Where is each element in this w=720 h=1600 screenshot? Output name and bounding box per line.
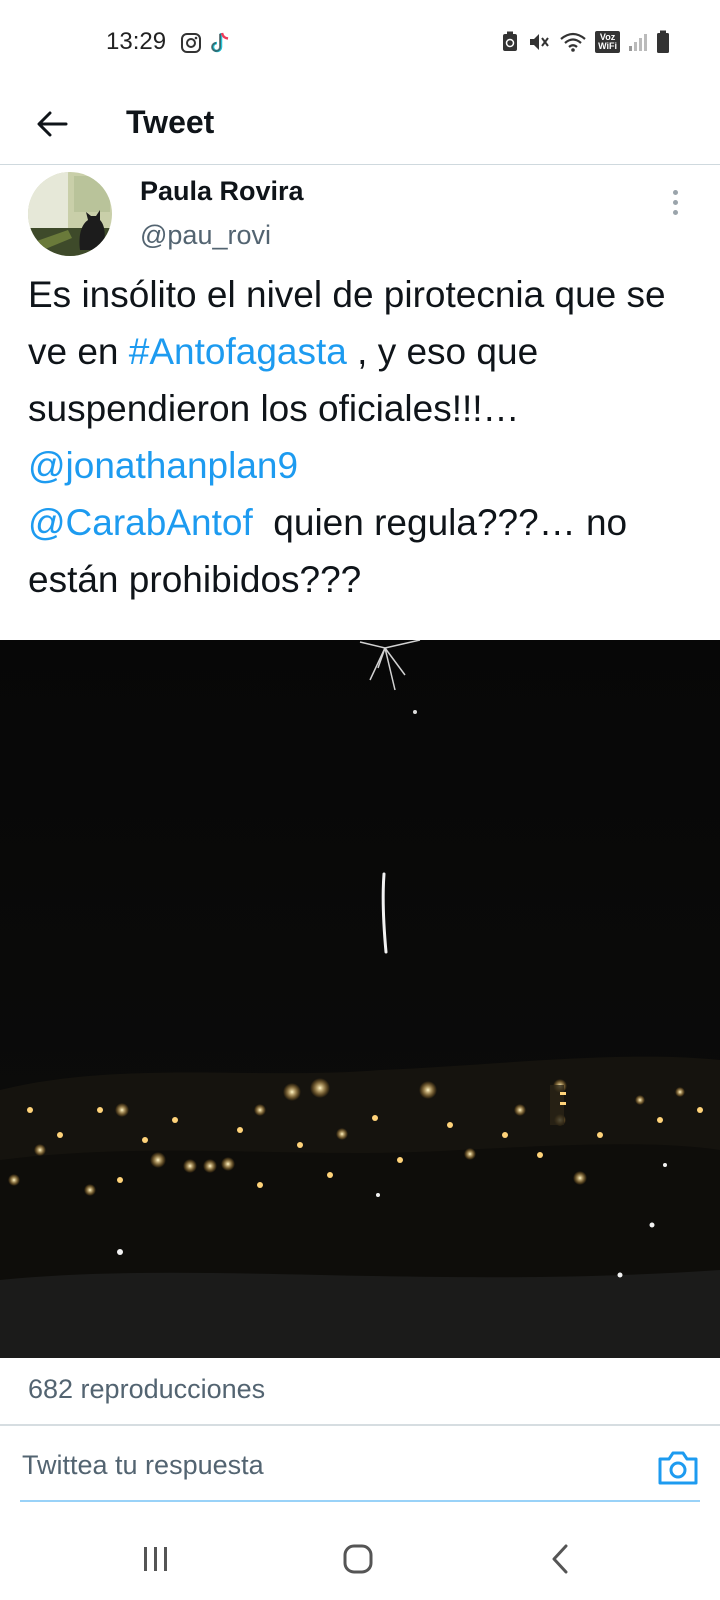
recent-apps-icon: [144, 1547, 167, 1571]
mute-icon: [530, 34, 549, 50]
author-handle[interactable]: @pau_rovi: [140, 220, 271, 251]
reply-underline: [20, 1500, 700, 1502]
wifi-icon: [560, 32, 586, 52]
avatar-image: [28, 172, 112, 256]
home-icon: [343, 1544, 373, 1574]
camera-button[interactable]: [656, 1448, 700, 1488]
battery-saver-icon: [503, 31, 518, 51]
view-count: 682 reproducciones: [28, 1374, 266, 1404]
mention-link-carabantof[interactable]: @CarabAntof: [28, 502, 253, 543]
back-icon: [552, 1544, 568, 1574]
back-button[interactable]: [28, 100, 76, 148]
recent-apps-button[interactable]: [126, 1534, 186, 1584]
instagram-icon: [181, 33, 201, 53]
status-time: 13:29: [106, 28, 167, 55]
video-frame: [0, 640, 720, 1358]
page-title: Tweet: [126, 104, 215, 140]
tweet-video[interactable]: [0, 640, 720, 1358]
reply-input[interactable]: [20, 1438, 624, 1492]
more-icon: [672, 189, 678, 195]
camera-icon: [658, 1451, 698, 1485]
battery-icon: [657, 30, 669, 53]
arrow-left-icon: [37, 111, 68, 137]
author-name[interactable]: Paula Rovira: [140, 176, 304, 207]
nav-back-button[interactable]: [530, 1534, 590, 1584]
mention-link-jonathanplan9[interactable]: @jonathanplan9: [28, 445, 298, 486]
avatar[interactable]: [28, 172, 112, 256]
status-right-icons: Voz WiFi: [501, 30, 670, 54]
more-options-button[interactable]: [660, 182, 690, 222]
status-bar: 13:29 Voz WiFi: [0, 0, 720, 88]
home-button[interactable]: [328, 1534, 388, 1584]
tweet-text: Es insólito el nivel de pirotecnia que s…: [28, 266, 698, 608]
system-nav-bar: [0, 1520, 720, 1600]
signal-icon: [629, 34, 647, 51]
voz-wifi-icon: Voz WiFi: [595, 31, 620, 53]
status-left-icons: [180, 30, 232, 56]
top-app-bar: Tweet: [0, 88, 720, 165]
divider: [0, 1424, 720, 1426]
hashtag-link[interactable]: #Antofagasta: [129, 331, 347, 372]
tiktok-icon: [211, 32, 229, 53]
